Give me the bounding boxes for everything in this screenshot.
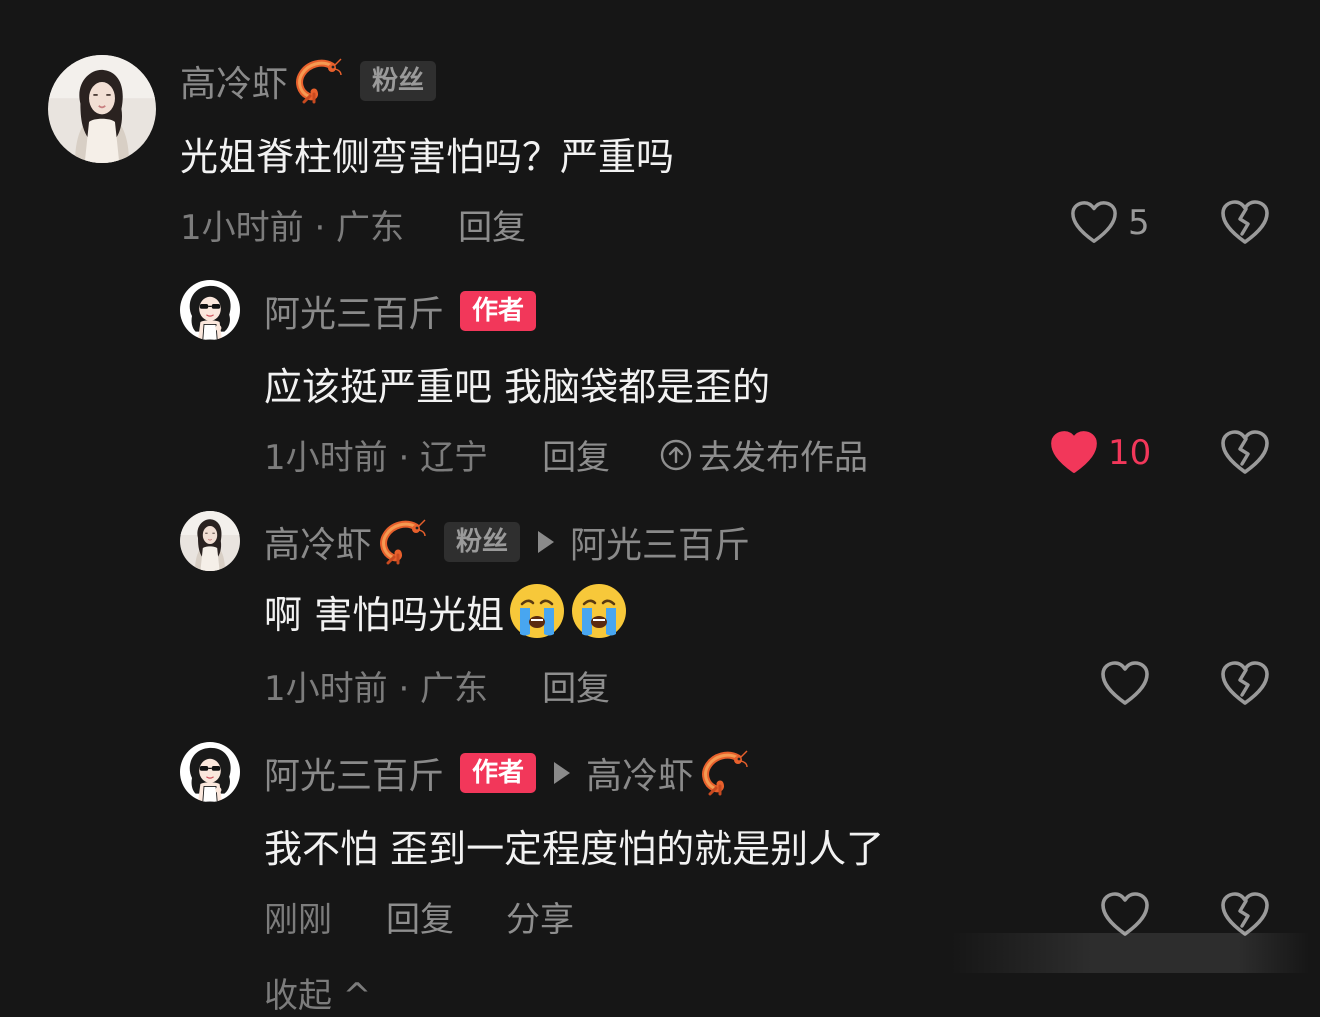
username[interactable]: 阿光三百斤 [264, 747, 444, 799]
username[interactable]: 高冷虾 [264, 516, 372, 568]
time-location: 1小时前 · 辽宁 [264, 438, 489, 478]
comment-text-content: 啊 害怕吗光姐 [264, 592, 505, 637]
comment-text: 应该挺严重吧 我脑袋都是歪的 [264, 356, 770, 411]
broken-heart-icon[interactable] [1220, 661, 1270, 707]
heart-filled-icon [1050, 430, 1098, 476]
reply-button[interactable]: 回复 [542, 661, 610, 710]
time-location: 1小时前 · 广东 [180, 208, 405, 248]
time-location: 1小时前 · 广东 [264, 669, 489, 709]
comment-header: 阿光三百斤 作者 [264, 285, 537, 337]
avatar[interactable] [48, 55, 156, 163]
avatar[interactable] [180, 280, 240, 340]
like-button[interactable]: 10 [1050, 430, 1151, 476]
reply-to-username[interactable]: 阿光三百斤 [570, 516, 750, 568]
shrimp-emoji-icon [376, 519, 426, 565]
comment-meta: 1小时前 · 广东 回复 [180, 200, 526, 249]
like-count: 10 [1108, 433, 1152, 473]
broken-heart-icon[interactable] [1220, 200, 1270, 246]
publish-label: 去发布作品 [698, 438, 869, 478]
author-badge: 作者 [460, 291, 537, 331]
collapse-button[interactable]: 收起 ^ [264, 968, 371, 1017]
comment-meta: 刚刚 回复 分享 [264, 892, 574, 941]
comment-header: 高冷虾 粉丝 [180, 55, 437, 107]
broken-heart-icon[interactable] [1220, 892, 1270, 938]
username[interactable]: 高冷虾 [180, 55, 288, 107]
avatar[interactable] [180, 511, 240, 571]
username[interactable]: 阿光三百斤 [264, 285, 444, 337]
shrimp-emoji-icon [292, 58, 342, 104]
comment-text-content: 我不怕 歪到一定程度怕的就是别人了 [264, 827, 885, 871]
reply-arrow-icon [554, 762, 571, 784]
author-badge: 作者 [460, 753, 537, 793]
watermark [950, 933, 1310, 973]
crying-face-icon [508, 582, 566, 640]
comment-header: 高冷虾 粉丝 阿光三百斤 [264, 517, 750, 567]
time-location: 刚刚 [264, 900, 332, 940]
comment-meta: 1小时前 · 广东 回复 [264, 661, 610, 710]
fan-badge: 粉丝 [444, 522, 521, 562]
avatar[interactable] [180, 742, 240, 802]
heart-icon [1070, 200, 1118, 246]
like-count: 5 [1128, 203, 1150, 243]
reply-button[interactable]: 回复 [458, 200, 526, 249]
fan-badge: 粉丝 [360, 61, 437, 101]
comment-text: 我不怕 歪到一定程度怕的就是别人了 [264, 818, 884, 873]
upload-circle-icon [660, 439, 692, 470]
comment-text: 光姐脊柱侧弯害怕吗？严重吗 [180, 126, 674, 181]
comment-text: 啊 害怕吗光姐 [264, 582, 628, 640]
broken-heart-icon[interactable] [1220, 430, 1270, 476]
comment-header: 阿光三百斤 作者 高冷虾 [264, 748, 748, 798]
crying-face-icon [570, 582, 628, 640]
comment-text-content: 光姐脊柱侧弯害怕吗？严重吗 [180, 135, 675, 179]
reply-button[interactable]: 回复 [542, 430, 610, 479]
comment-text-content: 应该挺严重吧 我脑袋都是歪的 [264, 365, 771, 409]
publish-work-button[interactable]: 去发布作品 [660, 430, 868, 479]
reply-arrow-icon [538, 531, 555, 553]
comment-meta: 1小时前 · 辽宁 回复 去发布作品 [264, 430, 868, 479]
share-button[interactable]: 分享 [506, 892, 574, 941]
reply-button[interactable]: 回复 [386, 892, 454, 941]
reply-to-username[interactable]: 高冷虾 [586, 747, 694, 799]
shrimp-emoji-icon [698, 750, 748, 796]
heart-icon[interactable] [1100, 892, 1150, 938]
like-button[interactable]: 5 [1070, 200, 1150, 246]
heart-icon[interactable] [1100, 661, 1150, 707]
